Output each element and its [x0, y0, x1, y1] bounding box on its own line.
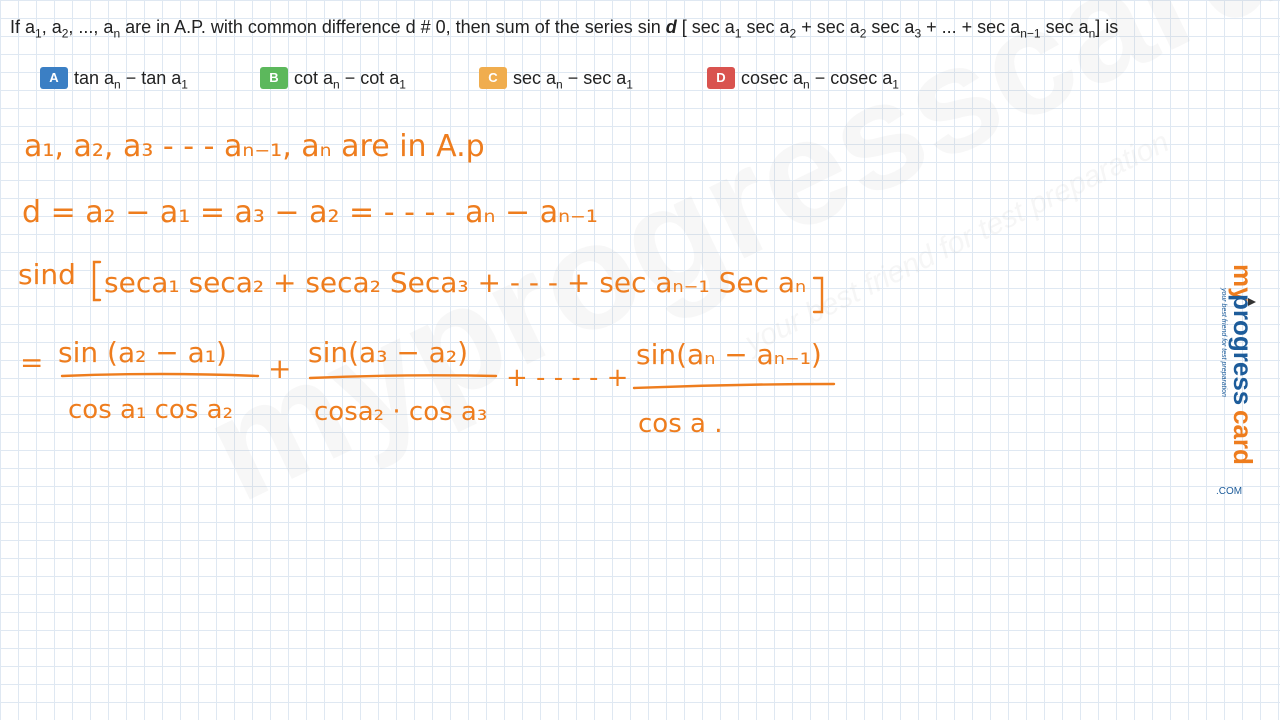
ink-frac1-numerator: sin (a₂ − a₁): [58, 336, 227, 369]
ink-frac2-numerator: sin(a₃ − a₂): [308, 336, 468, 369]
logo-tagline: your best friend for test preparation: [1220, 287, 1227, 397]
logo-com: .COM: [1216, 486, 1242, 497]
handwritten-solution: a₁, a₂, a₃ - - - aₙ₋₁, aₙ are in A.p d =…: [18, 129, 836, 439]
ink-frac3-numerator: sin(aₙ − aₙ₋₁): [636, 338, 822, 371]
ink-frac2-denominator: cosa₂ · cos a₃: [314, 397, 487, 427]
ink-plus: +: [268, 352, 291, 385]
ink-line-series: seca₁ seca₂ + seca₂ Seca₃ + - - - + sec …: [104, 266, 806, 299]
ink-close-bracket: [812, 276, 824, 314]
ink-equals: =: [20, 346, 43, 379]
ink-frac3-denominator: cos a .: [638, 409, 722, 439]
ink-line-difference: d = a₂ − a₁ = a₃ − a₂ = - - - - aₙ − aₙ₋…: [22, 195, 598, 230]
ink-frac1-denominator: cos a₁ cos a₂: [68, 395, 233, 425]
ink-open-bracket: [92, 260, 102, 302]
ink-line-ap: a₁, a₂, a₃ - - - aₙ₋₁, aₙ are in A.p: [24, 129, 485, 164]
ink-line-sind: sind: [18, 258, 76, 291]
logo-card: card: [1228, 410, 1258, 465]
ink-frac3-bar: [632, 382, 836, 390]
ink-frac1-bar: [60, 372, 260, 378]
ink-frac2-bar: [308, 374, 498, 380]
progresscard-logo: my progress card your best friend for te…: [1216, 264, 1258, 497]
ink-ellipsis: + - - - - +: [506, 363, 628, 393]
logo-progress: progress: [1228, 294, 1258, 405]
